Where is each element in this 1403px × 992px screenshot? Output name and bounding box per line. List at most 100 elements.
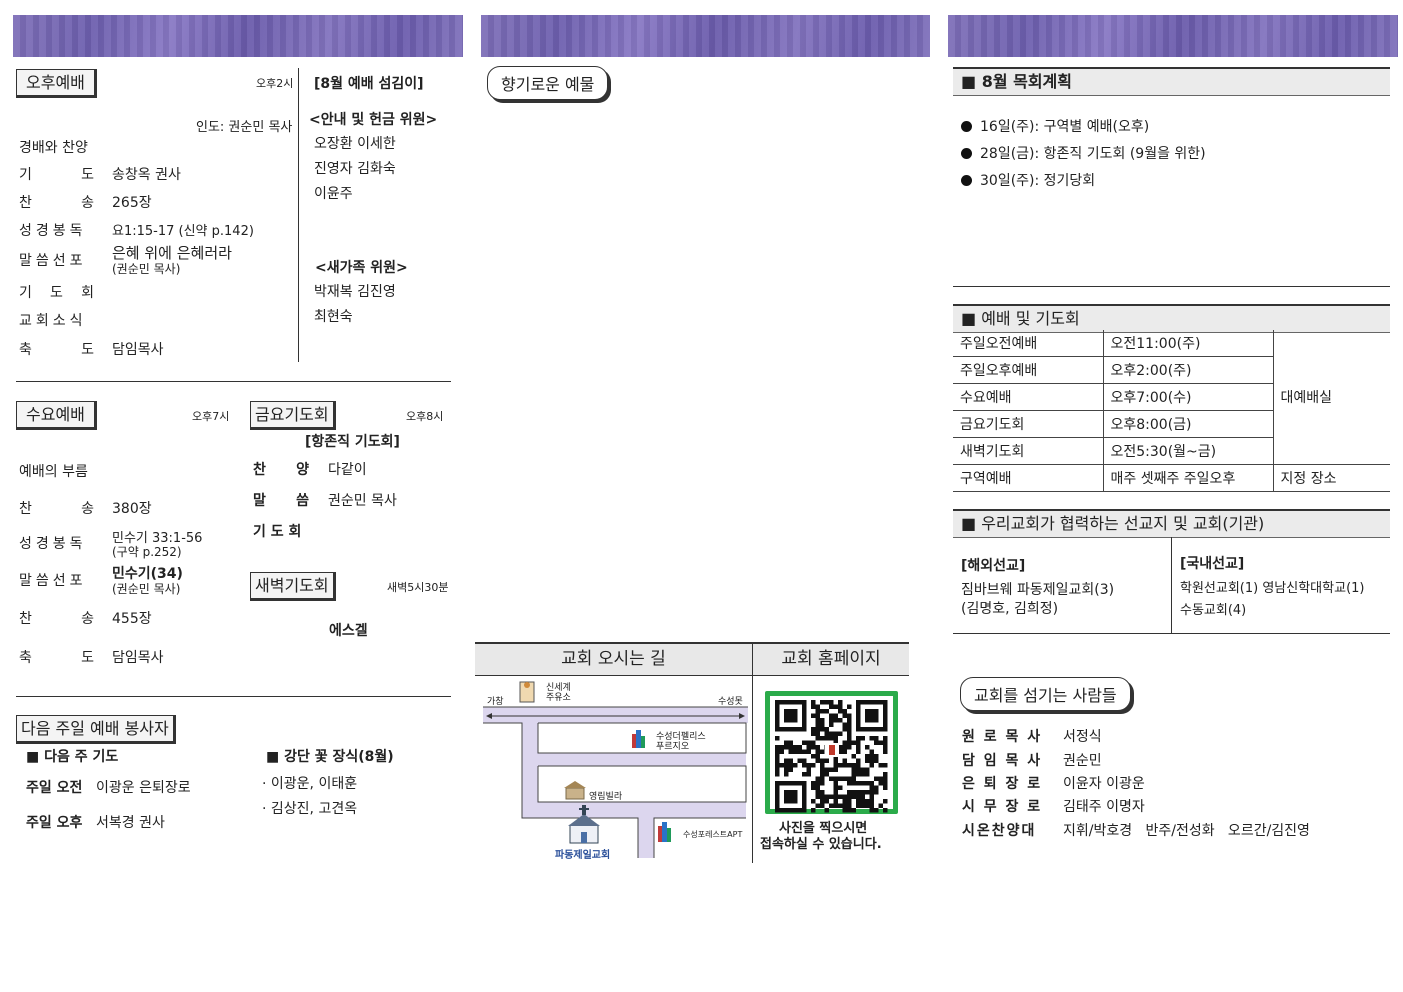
worship-time: 오후7:00(수)	[1102, 383, 1274, 411]
servers-group1-name: 이윤주	[314, 186, 353, 202]
worship-name: 금요기도회	[953, 410, 1104, 438]
worship-name: 주일오후예배	[953, 356, 1104, 384]
fri-value-word: 권순민 목사	[328, 493, 397, 509]
order-value-benediction: 담임목사	[112, 342, 164, 358]
servant-value: 김태주 이명자	[1063, 799, 1145, 815]
worship-place: 지정 장소	[1272, 464, 1390, 492]
order-label-hymn: 찬송	[19, 195, 94, 211]
servant-label: 시온찬양대	[962, 823, 1037, 839]
friday-prayer-sub: [항존직 기도회]	[305, 434, 400, 450]
servant-value: 지휘/박호경 반주/전성화 오르간/김진영	[1063, 823, 1310, 839]
friday-prayer-title: 금요기도회	[250, 401, 336, 430]
map-label-church: 파동제일교회	[555, 850, 611, 861]
worship-name: 새벽기도회	[953, 437, 1104, 465]
sermon-preacher: (권순민 목사)	[112, 262, 181, 276]
worship-name: 주일오전예배	[953, 330, 1104, 357]
wed-value-sermon: 민수기(34) (권순민 목사)	[112, 563, 183, 596]
divider	[16, 381, 451, 382]
mission-divider	[1171, 537, 1172, 633]
worship-time: 오전5:30(월~금)	[1102, 437, 1274, 465]
wed-label-reading: 성경봉독	[19, 536, 87, 552]
fri-label-prayer: 기 도 회	[253, 524, 302, 540]
next-morning-label: 주일 오전	[26, 780, 83, 796]
map-label-apt1: 수성더펠리스 푸르지오	[656, 732, 706, 752]
worship-time: 오후2:00(주)	[1102, 356, 1274, 384]
overseas-mission-item: 짐바브웨 파동제일교회(3)	[961, 582, 1115, 598]
wed-label-sermon: 말씀선포	[19, 573, 87, 589]
homepage-qr-code	[765, 691, 898, 814]
monthly-plan-header: ■ 8월 목회계획	[953, 67, 1390, 96]
qr-caption-2: 접속하실 수 있습니다.	[760, 837, 882, 852]
next-week-servers-title: 다음 주일 예배 봉사자	[16, 715, 176, 744]
flower-item: · 이광운, 이태훈	[262, 776, 358, 792]
monthly-plan-title: ■ 8월 목회계획	[961, 72, 1072, 91]
worship-time: 매주 셋째주 주일오후	[1102, 464, 1274, 492]
wed-label-hymn2: 찬송	[19, 611, 94, 627]
order-value-hymn: 265장	[112, 195, 152, 211]
overseas-mission-item: (김명호, 김희정)	[961, 601, 1059, 617]
wed-value-hymn2: 455장	[112, 611, 152, 627]
next-prayer-title: ■ 다음 주 기도	[26, 749, 119, 765]
order-label-sermon: 말씀선포	[19, 253, 87, 269]
servant-label: 은 퇴 장 로	[962, 776, 1043, 792]
dawn-prayer-book: 에스겔	[329, 623, 368, 639]
next-afternoon-label: 주일 오후	[26, 815, 83, 831]
order-value-prayer: 송창옥 권사	[112, 167, 181, 183]
sermon-title: 은혜 위에 은혜러라	[112, 244, 232, 262]
afternoon-leader: 인도: 권순민 목사	[196, 120, 293, 135]
servant-label: 담 임 목 사	[962, 753, 1043, 769]
servers-group1-title: <안내 및 헌금 위원>	[309, 112, 438, 128]
dawn-prayer-title: 새벽기도회	[250, 572, 336, 601]
worship-schedule-header: ■ 예배 및 기도회	[953, 304, 1390, 333]
wed-reading-page: (구약 p.252)	[112, 545, 182, 559]
order-label-praise: 경배와 찬양	[19, 140, 88, 156]
wed-sermon-preacher: (권순민 목사)	[112, 582, 181, 596]
wed-value-hymn: 380장	[112, 501, 152, 517]
map-label-villa: 영림빌라	[589, 792, 623, 802]
mission-header: ■ 우리교회가 협력하는 선교지 및 교회(기관)	[953, 509, 1390, 538]
fri-value-praise: 다같이	[328, 462, 367, 478]
worship-schedule-table: 주일오전예배 오전11:00(주) 대예배실 주일오후예배 오후2:00(주) …	[953, 330, 1390, 492]
homepage-header: 교회 홈페이지	[753, 642, 909, 676]
church-servants-title: 교회를 섬기는 사람들	[960, 677, 1131, 711]
divider	[953, 286, 1390, 287]
servant-value: 이윤자 이광운	[1063, 776, 1145, 792]
order-label-prayer-meeting: 기도회	[19, 285, 94, 301]
offering-title: 향기로운 예물	[487, 66, 609, 100]
servant-value: 권순민	[1063, 753, 1102, 769]
servers-group2-title: <새가족 위원>	[315, 260, 408, 276]
dawn-prayer-time: 새벽5시30분	[387, 581, 449, 594]
order-label-reading: 성경봉독	[19, 223, 87, 239]
servers-group2-name: 최현숙	[314, 309, 353, 325]
next-morning-value: 이광운 은퇴장로	[96, 780, 191, 796]
servers-group1-name: 진영자 김화숙	[314, 161, 396, 177]
wed-value-benediction: 담임목사	[112, 650, 164, 666]
afternoon-worship-time: 오후2시	[256, 77, 294, 90]
domestic-mission-title: [국내선교]	[1180, 556, 1245, 572]
fri-label-praise: 찬양	[253, 462, 309, 478]
order-label-benediction: 축도	[19, 342, 94, 358]
directions-header: 교회 오시는 길	[475, 642, 752, 676]
header-band-middle	[481, 15, 930, 57]
order-label-news: 교회소식	[19, 313, 87, 329]
header-band-right	[948, 15, 1398, 57]
worship-time: 오후8:00(금)	[1102, 410, 1274, 438]
column-divider	[752, 642, 753, 863]
plan-item: 28일(금): 항존직 기도회 (9월을 위한)	[961, 143, 1206, 163]
order-value-reading: 요1:15-17 (신약 p.142)	[112, 224, 254, 239]
map-label-apt2: 수성포레스트APT	[683, 830, 743, 839]
header-band-left	[13, 15, 463, 57]
wed-label-benediction: 축도	[19, 650, 94, 666]
wed-reading-text: 민수기 33:1-56	[112, 531, 203, 546]
wed-label-hymn: 찬송	[19, 501, 94, 517]
directions-title: 교회 오시는 길	[561, 649, 666, 669]
map-label-left: 가창	[487, 697, 504, 707]
wednesday-worship-title: 수요예배	[16, 401, 97, 430]
servers-group2-name: 박재복 김진영	[314, 284, 396, 300]
plan-item: 30일(주): 정기당회	[961, 170, 1095, 190]
order-label-prayer: 기도	[19, 167, 94, 183]
plan-item-text: 28일(금): 항존직 기도회 (9월을 위한)	[980, 146, 1206, 162]
friday-prayer-time: 오후8시	[406, 410, 444, 423]
servant-label: 시 무 장 로	[962, 799, 1043, 815]
worship-schedule-title: ■ 예배 및 기도회	[961, 309, 1080, 328]
